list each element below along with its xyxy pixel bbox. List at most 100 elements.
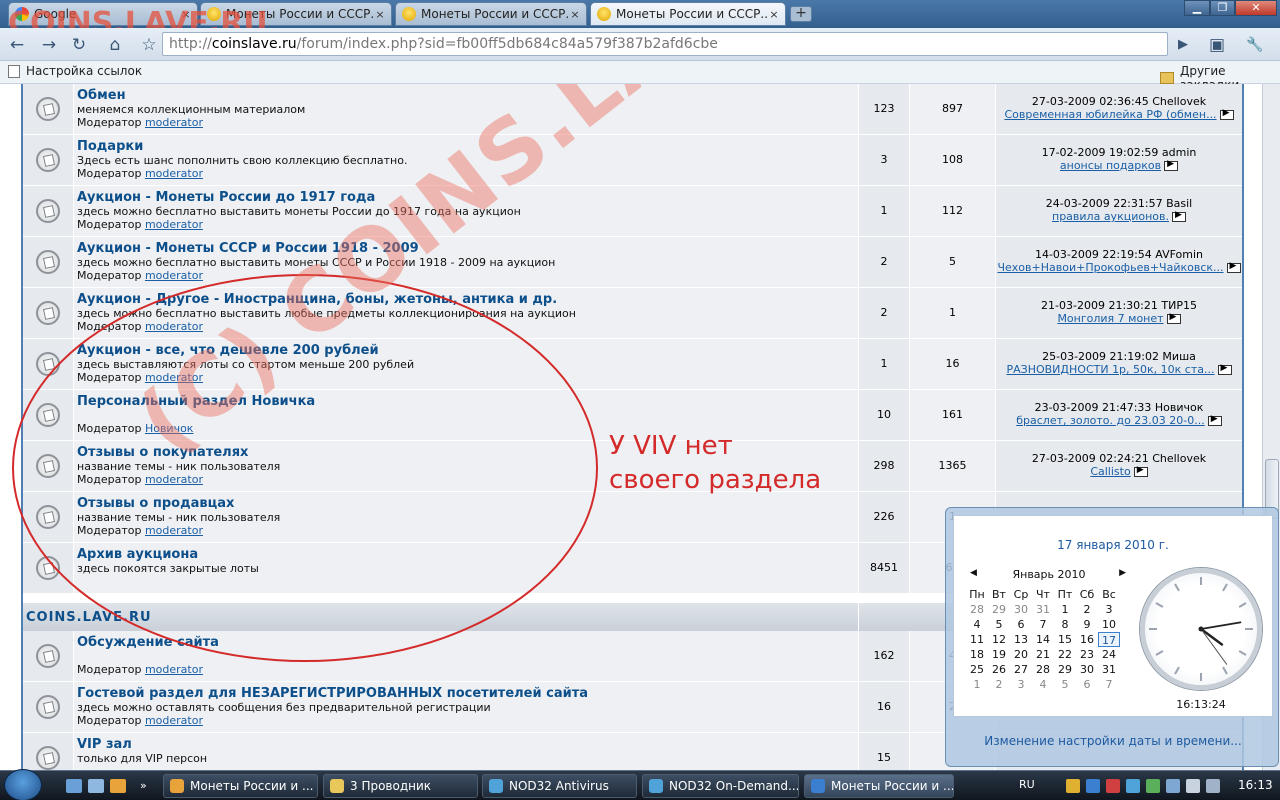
go-icon[interactable]: ▶ — [1172, 34, 1194, 56]
calendar-day[interactable]: 3 — [1010, 677, 1032, 692]
nod32-tray-icon[interactable] — [1086, 779, 1100, 793]
calendar-day[interactable]: 29 — [988, 602, 1010, 617]
go-to-post-icon[interactable] — [1207, 414, 1222, 426]
calendar-day[interactable]: 31 — [1098, 662, 1120, 677]
calendar-day[interactable]: 21 — [1032, 647, 1054, 662]
page-menu-icon[interactable]: ▣ — [1206, 34, 1228, 56]
calendar-day[interactable]: 9 — [1076, 617, 1098, 632]
calendar-day[interactable]: 19 — [988, 647, 1010, 662]
tray-app-icon[interactable] — [1146, 779, 1160, 793]
calendar-day[interactable]: 14 — [1032, 632, 1054, 647]
calendar-day[interactable]: 5 — [988, 617, 1010, 632]
forum-title-link[interactable]: Аукцион - Другое - Иностранщина, боны, ж… — [77, 292, 855, 307]
go-to-post-icon[interactable] — [1217, 363, 1232, 375]
forum-title-link[interactable]: Аукцион - Монеты России до 1917 года — [77, 190, 855, 205]
tray-app-icon[interactable] — [1106, 779, 1120, 793]
calendar-day[interactable]: 30 — [1076, 662, 1098, 677]
bookmark-star-icon[interactable]: ☆ — [138, 34, 160, 56]
forum-title-link[interactable]: Аукцион - Монеты СССР и России 1918 - 20… — [77, 241, 855, 256]
media-player-icon[interactable] — [110, 779, 126, 793]
last-post-link[interactable]: правила аукционов. — [1052, 210, 1169, 223]
tab-close-icon[interactable]: × — [373, 8, 387, 21]
prev-month-icon[interactable]: ◀ — [970, 568, 977, 578]
tab-close-icon[interactable]: × — [767, 8, 781, 21]
change-date-time-settings-link[interactable]: Изменение настройки даты и времени... — [946, 734, 1280, 748]
close-window-button[interactable]: ✕ — [1235, 0, 1277, 16]
go-to-post-icon[interactable] — [1219, 108, 1234, 120]
go-to-post-icon[interactable] — [1226, 261, 1241, 273]
calendar-day[interactable]: 15 — [1054, 632, 1076, 647]
taskbar-button[interactable]: Монеты России и ... — [163, 774, 318, 798]
last-post-link[interactable]: браслет, золото. до 23.03 20-0... — [1016, 414, 1205, 427]
forum-title-link[interactable]: VIP зал — [77, 737, 855, 752]
calendar-day[interactable]: 16 — [1076, 632, 1098, 647]
moderator-link[interactable]: moderator — [145, 116, 203, 129]
current-date-link[interactable]: 17 января 2010 г. — [954, 538, 1272, 552]
forum-title-link[interactable]: Персональный раздел Новичка — [77, 394, 855, 409]
calendar-day[interactable]: 23 — [1076, 647, 1098, 662]
calendar-day[interactable]: 1 — [966, 677, 988, 692]
tab-coins-3-active[interactable]: Монеты России и СССР... × — [590, 2, 786, 26]
tray-app-icon[interactable] — [1126, 779, 1140, 793]
category-title[interactable]: COINS.LAVE.RU — [26, 610, 152, 625]
back-icon[interactable]: ← — [6, 34, 28, 56]
taskbar-button[interactable]: Монеты России и ... — [804, 774, 954, 798]
bookmark-settings[interactable]: Настройка ссылок — [8, 64, 142, 78]
calendar-day[interactable]: 18 — [966, 647, 988, 662]
calendar-day[interactable]: 7 — [1098, 677, 1120, 692]
calendar-day[interactable]: 22 — [1054, 647, 1076, 662]
calendar-day[interactable]: 13 — [1010, 632, 1032, 647]
tab-close-icon[interactable]: × — [179, 8, 193, 21]
network-icon[interactable] — [1166, 779, 1180, 793]
forum-title-link[interactable]: Аукцион - все, что дешевле 200 рублей — [77, 343, 855, 358]
last-post-link[interactable]: Монголия 7 монет — [1057, 312, 1163, 325]
wrench-icon[interactable]: 🔧 — [1244, 34, 1266, 56]
tab-close-icon[interactable]: × — [568, 8, 582, 21]
calendar-day[interactable]: 25 — [966, 662, 988, 677]
tab-coins-1[interactable]: Монеты России и СССР... × — [200, 2, 392, 26]
calendar-day[interactable]: 2 — [1076, 602, 1098, 617]
last-post-link[interactable]: Современная юбилейка РФ (обмен... — [1004, 108, 1216, 121]
calendar-day[interactable]: 17 — [1098, 632, 1120, 647]
tab-coins-2[interactable]: Монеты России и СССР... × — [395, 2, 587, 26]
calendar-day[interactable]: 2 — [988, 677, 1010, 692]
show-desktop-icon[interactable] — [66, 779, 82, 793]
taskbar-button[interactable]: NOD32 Antivirus — [482, 774, 637, 798]
volume-icon[interactable] — [1206, 779, 1220, 793]
network-icon[interactable] — [1186, 779, 1200, 793]
go-to-post-icon[interactable] — [1166, 312, 1181, 324]
next-month-icon[interactable]: ▶ — [1119, 568, 1126, 578]
home-icon[interactable]: ⌂ — [104, 34, 126, 56]
last-post-link[interactable]: Callisto — [1090, 465, 1130, 478]
forum-title-link[interactable]: Гостевой раздел для НЕЗАРЕГИСТРИРОВАННЫХ… — [77, 686, 855, 701]
forum-title-link[interactable]: Отзывы о покупателях — [77, 445, 855, 460]
minimize-button[interactable]: ▁ — [1184, 0, 1210, 16]
calendar-day[interactable]: 30 — [1010, 602, 1032, 617]
calendar-day[interactable]: 28 — [1032, 662, 1054, 677]
windows-start-button[interactable] — [4, 769, 42, 800]
moderator-link[interactable]: moderator — [145, 524, 203, 537]
maximize-button[interactable]: ❐ — [1210, 0, 1235, 16]
calendar-day[interactable]: 4 — [966, 617, 988, 632]
address-bar[interactable]: http://coinslave.ru/forum/index.php?sid=… — [162, 32, 1168, 56]
calendar-day[interactable]: 4 — [1032, 677, 1054, 692]
calendar-day[interactable]: 27 — [1010, 662, 1032, 677]
calendar-day[interactable]: 5 — [1054, 677, 1076, 692]
go-to-post-icon[interactable] — [1133, 465, 1148, 477]
moderator-link[interactable]: moderator — [145, 167, 203, 180]
calendar-day[interactable]: 24 — [1098, 647, 1120, 662]
forum-title-link[interactable]: Отзывы о продавцах — [77, 496, 855, 511]
reload-icon[interactable]: ↻ — [68, 34, 90, 56]
forum-title-link[interactable]: Обмен — [77, 88, 855, 103]
calendar-day[interactable]: 11 — [966, 632, 988, 647]
tray-clock[interactable]: 16:13 — [1238, 778, 1273, 792]
calendar-day[interactable]: 8 — [1054, 617, 1076, 632]
calendar-day[interactable]: 7 — [1032, 617, 1054, 632]
go-to-post-icon[interactable] — [1171, 210, 1186, 222]
calendar-day[interactable]: 6 — [1010, 617, 1032, 632]
forum-title-link[interactable]: Подарки — [77, 139, 855, 154]
language-indicator[interactable]: RU — [1019, 778, 1035, 791]
forum-title-link[interactable]: Обсуждение сайта — [77, 635, 855, 650]
new-tab-button[interactable]: + — [790, 6, 812, 22]
security-shield-icon[interactable] — [1066, 779, 1080, 793]
